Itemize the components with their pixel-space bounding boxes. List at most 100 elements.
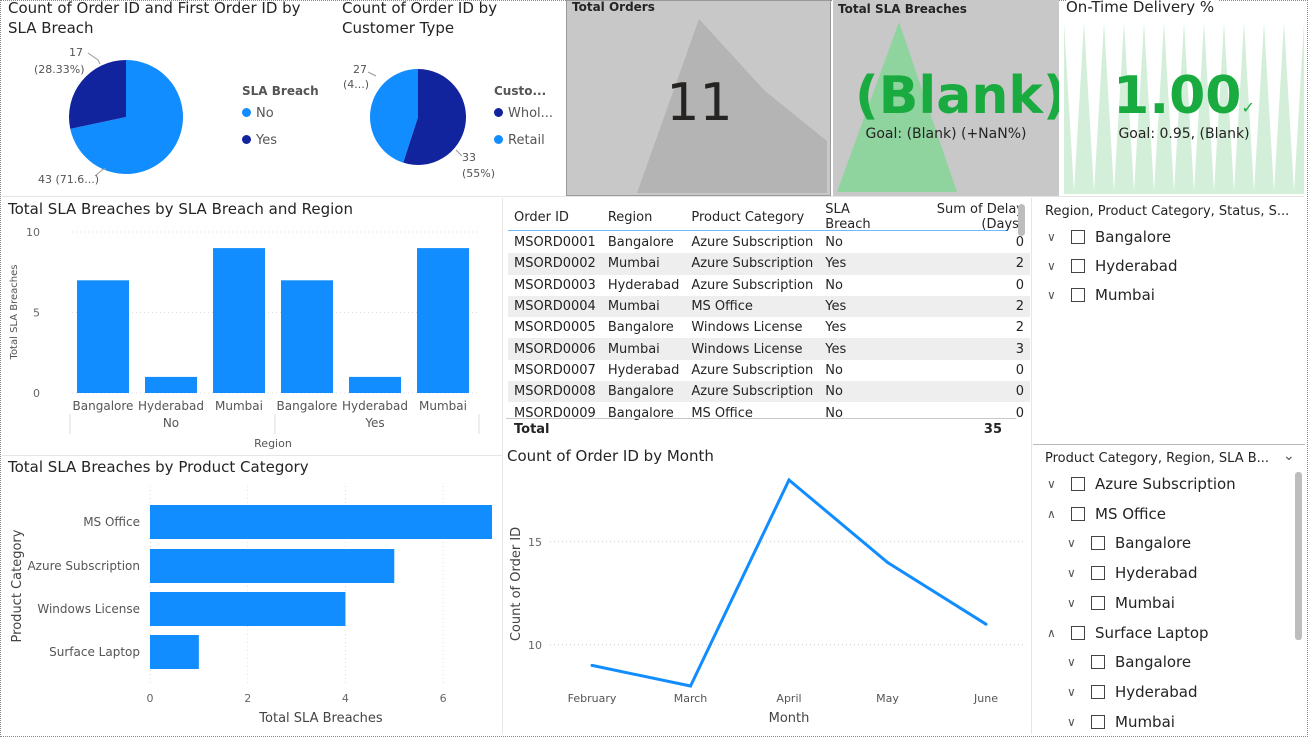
- slicer-item-surface-laptop[interactable]: ∧ Surface Laptop: [1047, 624, 1209, 642]
- y-tick-label: 10: [528, 639, 542, 652]
- x-tick-label: 0: [147, 692, 154, 705]
- bar-surface-laptop[interactable]: [150, 635, 199, 669]
- chevron-down-icon[interactable]: ∨: [1067, 685, 1081, 699]
- table-row[interactable]: MSORD0005 Bangalore Windows License Yes 2: [508, 317, 1030, 338]
- bar-chart: 0 2 4 6 MS Office Azure Subscription Windows L…: [10, 486, 492, 726]
- line-series[interactable]: [591, 477, 987, 688]
- bar-azure-subscription[interactable]: [150, 549, 395, 583]
- chevron-down-icon[interactable]: ∨: [1067, 566, 1081, 580]
- slicer-item-hyderabad[interactable]: ∨ Hyderabad: [1047, 257, 1178, 275]
- bar-bangalore-yes[interactable]: [281, 280, 333, 393]
- checkbox[interactable]: [1091, 684, 1105, 699]
- pie-customer-type-visual[interactable]: Count of Order ID by Customer Type 27 (4…: [336, 0, 564, 196]
- column-header[interactable]: Region: [602, 202, 686, 232]
- chevron-up-icon[interactable]: ∧: [1047, 626, 1061, 640]
- region-bar-chart-visual[interactable]: Total SLA Breaches by SLA Breach and Reg…: [2, 198, 502, 454]
- slicer-item-mumbai[interactable]: ∨ Mumbai: [1067, 594, 1175, 612]
- x-tick-label: Bangalore: [277, 399, 338, 413]
- line-point-march[interactable]: [689, 684, 692, 688]
- product-slicer[interactable]: Product Category, Region, SLA B... ⌄ ∨ Az…: [1033, 446, 1305, 734]
- slicer-item-bangalore[interactable]: ∨ Bangalore: [1067, 534, 1191, 552]
- table-cell: 0: [1015, 405, 1024, 421]
- checkbox[interactable]: [1071, 506, 1085, 521]
- chevron-down-icon[interactable]: ∨: [1067, 536, 1081, 550]
- checkbox[interactable]: [1071, 477, 1085, 491]
- legend-item-retail[interactable]: Retail: [494, 133, 545, 148]
- checkbox[interactable]: [1091, 655, 1105, 670]
- bar-mumbai-yes[interactable]: [417, 248, 469, 393]
- legend-item-no[interactable]: No: [242, 106, 274, 121]
- slicer-item-bangalore[interactable]: ∨ Bangalore: [1047, 228, 1171, 246]
- table-cell: Mumbai: [601, 253, 686, 275]
- slicer-item-ms-office[interactable]: ∧ MS Office: [1047, 505, 1166, 523]
- chevron-down-icon[interactable]: ⌄: [1283, 448, 1295, 464]
- line-point-april[interactable]: [787, 478, 791, 482]
- bar-bangalore-no[interactable]: [77, 280, 129, 393]
- product-bar-chart-visual[interactable]: Total SLA Breaches by Product Category 0…: [2, 456, 502, 734]
- data-label: 43 (71.6...): [38, 173, 99, 186]
- checkbox[interactable]: [1091, 595, 1105, 610]
- column-header[interactable]: Order ID: [508, 202, 602, 232]
- checkbox[interactable]: [1091, 566, 1105, 581]
- kpi-on-time-delivery[interactable]: On-Time Delivery % 1.00✓ Goal: 0.95, (Bl…: [1062, 0, 1306, 196]
- line-point-february[interactable]: [590, 663, 594, 667]
- pie-sla-breach-visual[interactable]: Count of Order ID and First Order ID by …: [2, 0, 332, 196]
- chevron-down-icon[interactable]: ∨: [1067, 715, 1081, 729]
- table-row[interactable]: MSORD0008 Bangalore Azure Subscription No 0: [508, 381, 1030, 403]
- table-row[interactable]: MSORD0004 Mumbai MS Office Yes 2: [508, 295, 1030, 318]
- data-label: (28.33%): [34, 63, 85, 76]
- checkbox[interactable]: [1091, 536, 1105, 551]
- table-cell: Yes: [825, 320, 847, 336]
- kpi-total-sla-breaches[interactable]: Total SLA Breaches (Blank)✓ Goal: (Blank…: [833, 0, 1059, 196]
- chevron-down-icon[interactable]: ∨: [1067, 655, 1081, 669]
- table-scrollbar[interactable]: [1018, 204, 1025, 236]
- column-header[interactable]: SLA Breach: [819, 202, 896, 232]
- checkbox[interactable]: [1071, 230, 1085, 244]
- line-point-may[interactable]: [886, 560, 889, 564]
- chevron-down-icon[interactable]: ∨: [1067, 596, 1081, 610]
- x-tick-label: Bangalore: [73, 399, 134, 413]
- x-group-label: Yes: [364, 416, 384, 430]
- table-row[interactable]: MSORD0007 Hyderabad Azure Subscription No 0: [508, 360, 1030, 381]
- chevron-down-icon[interactable]: ∨: [1047, 230, 1061, 244]
- legend-item-wholesale[interactable]: Whol...: [494, 106, 553, 121]
- table-row[interactable]: MSORD0006 Mumbai Windows License Yes 3: [508, 338, 1030, 360]
- table-cell: MS Office: [691, 405, 753, 421]
- bar-ms-office[interactable]: [150, 505, 492, 539]
- x-group-label: No: [163, 416, 179, 430]
- chevron-up-icon[interactable]: ∧: [1047, 507, 1061, 521]
- bar-windows-license[interactable]: [150, 592, 346, 626]
- slicer-item-mumbai[interactable]: ∨ Mumbai: [1047, 286, 1155, 304]
- bar-mumbai-no[interactable]: [213, 248, 265, 393]
- slicer-item-label: Hyderabad: [1095, 257, 1178, 275]
- orders-table-visual[interactable]: Order ID Region Product Category SLA Bre…: [506, 200, 1030, 444]
- slicer-item-bangalore[interactable]: ∨ Bangalore: [1067, 653, 1191, 671]
- checkbox[interactable]: [1091, 714, 1105, 729]
- table-row[interactable]: MSORD0003 Hyderabad Azure Subscription No 0: [508, 275, 1030, 296]
- region-slicer[interactable]: Region, Product Category, Status, S... ∨…: [1033, 198, 1305, 442]
- slicer-item-hyderabad[interactable]: ∨ Hyderabad: [1067, 564, 1198, 582]
- chevron-down-icon[interactable]: ∨: [1047, 477, 1061, 491]
- table-row[interactable]: MSORD0009 Bangalore MS Office No 0: [508, 402, 1030, 423]
- slicer-item-mumbai[interactable]: ∨ Mumbai: [1067, 713, 1175, 731]
- kpi-goal: Goal: (Blank) (+NaN%): [865, 126, 1027, 142]
- slicer-item-azure-subscription[interactable]: ∨ Azure Subscription: [1047, 475, 1236, 493]
- chevron-down-icon[interactable]: ∨: [1047, 259, 1061, 273]
- column-header[interactable]: Sum of Delay (Days): [897, 202, 1030, 232]
- bar-hyderabad-yes[interactable]: [349, 376, 401, 393]
- checkbox[interactable]: [1071, 625, 1085, 640]
- line-point-june[interactable]: [984, 622, 988, 626]
- table-cell: Windows License: [685, 338, 820, 360]
- bar-hyderabad-no[interactable]: [145, 376, 197, 393]
- total-orders-card[interactable]: Total Orders 11: [566, 0, 831, 196]
- checkbox[interactable]: [1071, 259, 1085, 273]
- month-line-chart-visual[interactable]: Count of Order ID by Month 15 10 February M…: [504, 446, 1030, 734]
- table-row[interactable]: MSORD0001 Bangalore Azure Subscription No 0: [508, 232, 1030, 253]
- table-row[interactable]: MSORD0002 Mumbai Azure Subscription Yes 2: [508, 253, 1030, 275]
- slicer-item-hyderabad[interactable]: ∨ Hyderabad: [1067, 683, 1198, 701]
- legend-item-yes[interactable]: Yes: [242, 133, 277, 148]
- slicer-scrollbar[interactable]: [1295, 472, 1302, 640]
- column-header[interactable]: Product Category: [685, 202, 819, 232]
- chevron-down-icon[interactable]: ∨: [1047, 288, 1061, 302]
- checkbox[interactable]: [1071, 288, 1085, 302]
